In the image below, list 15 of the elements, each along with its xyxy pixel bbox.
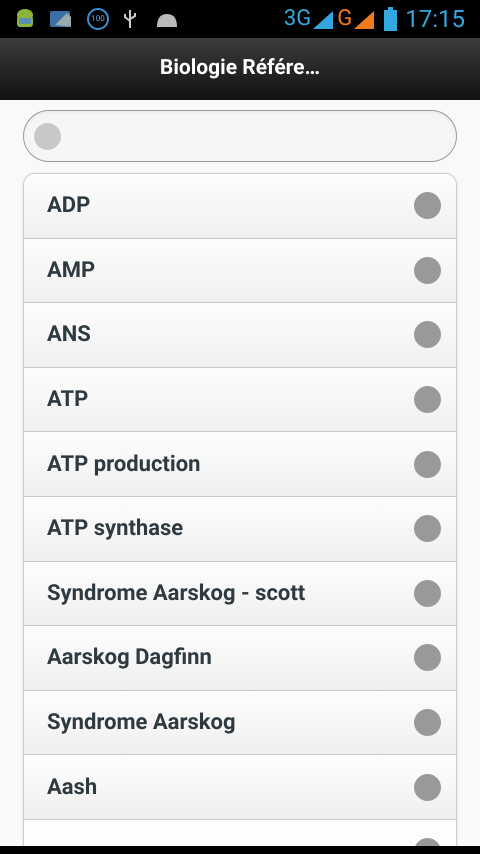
list-item[interactable]: Aash	[24, 755, 456, 820]
network-type: G	[337, 8, 352, 30]
page-title: Biologie Référe…	[160, 55, 320, 82]
list-item[interactable]: Syndrome Aarskog	[24, 690, 456, 756]
list-item[interactable]: ANS	[24, 303, 456, 368]
clock-time: 17:15	[405, 7, 465, 31]
network-type: 3G	[284, 8, 312, 30]
list-item[interactable]: AMP	[24, 238, 456, 304]
list-item[interactable]: ATP	[24, 368, 456, 432]
list-item[interactable]: ADP	[24, 174, 456, 239]
list-item[interactable]: ATP synthase	[24, 496, 456, 562]
list-item[interactable]: Syndrome Aarskog - scott	[24, 562, 456, 626]
list-item[interactable]: ATP production	[24, 432, 456, 497]
battery-percent-badge: 100	[87, 8, 109, 30]
list-item[interactable]: Aarskog Dagfinn	[24, 626, 456, 691]
